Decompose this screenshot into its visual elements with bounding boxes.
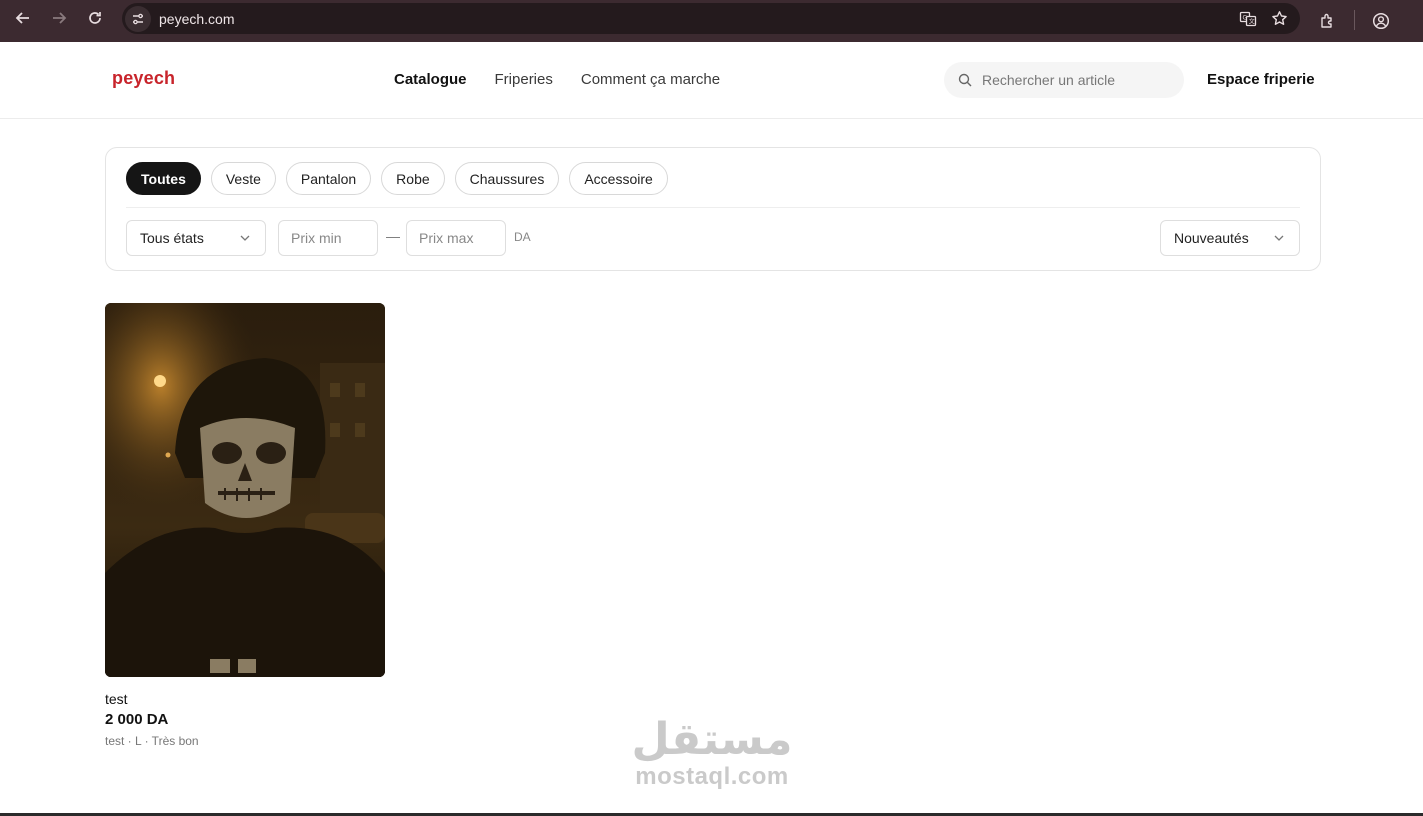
chip-pantalon[interactable]: Pantalon	[285, 162, 372, 195]
product-price: 2 000 DA	[105, 711, 169, 728]
profile-icon[interactable]	[1363, 3, 1399, 39]
watermark: مستقل mostaql.com	[622, 715, 802, 789]
chip-toutes[interactable]: Toutes	[126, 162, 201, 195]
extensions-icon[interactable]	[1310, 3, 1346, 39]
translate-icon[interactable]: G文	[1239, 10, 1257, 28]
back-arrow-icon[interactable]	[5, 0, 41, 36]
search-icon	[958, 73, 972, 87]
site-logo[interactable]: peyech	[112, 68, 175, 89]
chip-robe[interactable]: Robe	[381, 162, 445, 195]
svg-text:G: G	[1243, 14, 1248, 21]
url-text[interactable]: peyech.com	[159, 11, 234, 27]
chip-chaussures[interactable]: Chaussures	[454, 162, 560, 195]
watermark-arabic: مستقل	[631, 714, 793, 765]
espace-friperie-link[interactable]: Espace friperie	[1207, 71, 1315, 88]
toolbar-separator	[1354, 10, 1355, 30]
search-input[interactable]	[982, 72, 1162, 88]
address-bar[interactable]: peyech.com G文	[122, 3, 1300, 34]
product-title[interactable]: test	[105, 691, 385, 707]
price-min-field[interactable]	[278, 220, 378, 256]
price-max-input[interactable]	[419, 230, 499, 246]
sort-select-value: Nouveautés	[1174, 230, 1249, 246]
star-icon[interactable]	[1271, 10, 1288, 27]
currency-label: DA	[514, 230, 531, 244]
svg-text:文: 文	[1249, 17, 1255, 25]
product-meta: test · L · Très bon	[105, 734, 199, 748]
product-card[interactable]: test 2 000 DA test · L · Très bon	[105, 303, 385, 748]
chip-veste[interactable]: Veste	[210, 162, 276, 195]
condition-select[interactable]: Tous états	[126, 220, 266, 256]
price-separator: —	[386, 228, 400, 244]
nav-catalogue[interactable]: Catalogue	[394, 71, 467, 88]
sort-select[interactable]: Nouveautés	[1160, 220, 1300, 256]
forward-arrow-icon[interactable]	[41, 0, 77, 36]
chevron-down-icon	[1273, 232, 1285, 244]
browser-toolbar: peyech.com G文	[0, 0, 1423, 42]
filters-divider	[126, 207, 1300, 208]
product-photo[interactable]	[105, 303, 385, 677]
site-settings-icon[interactable]	[125, 5, 151, 32]
nav-friperies[interactable]: Friperies	[495, 71, 553, 88]
main-nav: Catalogue Friperies Comment ça marche	[394, 71, 720, 88]
price-min-input[interactable]	[291, 230, 371, 246]
reload-icon[interactable]	[77, 0, 113, 36]
filters-panel: Toutes Veste Pantalon Robe Chaussures Ac…	[105, 147, 1321, 271]
watermark-latin: mostaql.com	[635, 763, 789, 790]
search-box[interactable]	[944, 62, 1184, 98]
site-header: peyech Catalogue Friperies Comment ça ma…	[0, 42, 1423, 119]
price-max-field[interactable]	[406, 220, 506, 256]
chip-accessoire[interactable]: Accessoire	[569, 162, 668, 195]
condition-select-value: Tous états	[140, 230, 204, 246]
category-chips: Toutes Veste Pantalon Robe Chaussures Ac…	[126, 162, 668, 195]
chevron-down-icon	[239, 232, 251, 244]
nav-comment-ca-marche[interactable]: Comment ça marche	[581, 71, 720, 88]
